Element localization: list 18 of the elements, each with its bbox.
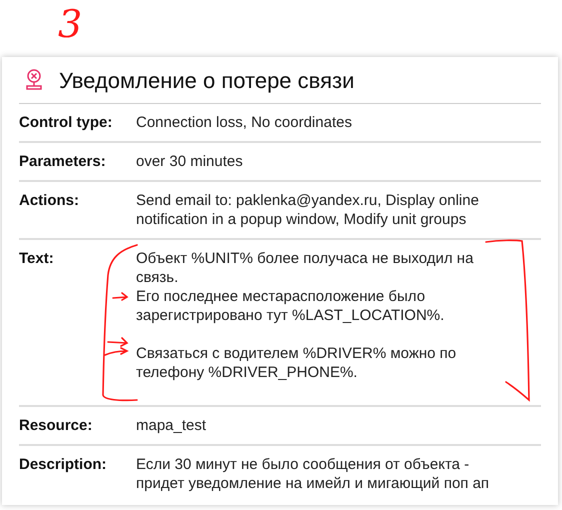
field-value: Если 30 минут не было сообщения от объекта - придет уведомление на имейл и мигающий поп ап: [136, 455, 490, 493]
field-label: Text:: [19, 249, 54, 268]
field-value: over 30 minutes: [136, 152, 244, 171]
field-value: Connection loss, No coordinates: [136, 113, 353, 132]
field-value: Send email to: paklenka@yandex.ru, Display online notification in a popup window, Modify unit groups: [136, 191, 480, 229]
field-label: Control type:: [19, 113, 112, 132]
arrow-drawing: [112, 292, 129, 302]
field-label: Actions:: [19, 191, 79, 210]
field-label: Resource:: [19, 416, 92, 435]
field-value: Объект %UNIT% более получаса не выходил на связь. Его последнее местарасположение было зарегистрировано тут %LAST_LOCATION%. Связаться с водителем %DRIVER% можно по телефону %DRIVER_PHONE%.: [136, 249, 474, 383]
field-value: mapa_test: [136, 416, 208, 435]
field-label: Parameters:: [19, 152, 106, 171]
connection-loss-icon: [25, 69, 43, 91]
arrow-drawing: [104, 347, 129, 357]
annotation-number: 3: [58, 2, 82, 46]
field-label: Description:: [19, 455, 107, 474]
popup-title: Уведомление о потере связи: [59, 66, 354, 95]
arrow-drawing: [107, 337, 129, 348]
